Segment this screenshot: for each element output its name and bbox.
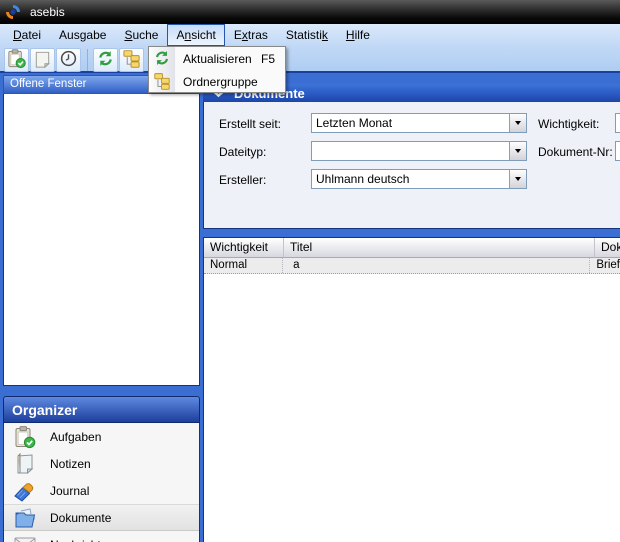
- table-header-row: Wichtigkeit Titel Doku: [204, 238, 620, 258]
- documents-icon: [12, 506, 38, 530]
- organizer-item-notizen[interactable]: Notizen: [4, 450, 199, 477]
- asebis-logo-icon: [5, 4, 21, 20]
- menu-statistik[interactable]: Statistik: [277, 24, 337, 46]
- refresh-icon: [96, 49, 115, 71]
- new-task-button[interactable]: [4, 48, 29, 72]
- titlebar[interactable]: asebis: [0, 0, 620, 24]
- dokument-nr-label: Dokument-Nr:: [538, 145, 613, 159]
- organizer-item-label: Notizen: [50, 457, 91, 471]
- notes-icon: [12, 452, 38, 476]
- menu-suche[interactable]: Suche: [115, 24, 167, 46]
- wichtigkeit-field[interactable]: [615, 113, 620, 133]
- menuitem-aktualisieren[interactable]: Aktualisieren F5: [149, 47, 285, 70]
- arrow-down-icon: [515, 121, 521, 125]
- dateityp-combobox[interactable]: [311, 141, 527, 161]
- open-windows-panel: Offene Fenster: [3, 75, 200, 386]
- arrow-down-icon: [515, 177, 521, 181]
- menubar: Datei Ausgabe Suche Ansicht Extras Stati…: [0, 24, 620, 46]
- organizer-item-label: Nachrichten: [50, 538, 114, 542]
- notepad-icon: [32, 48, 53, 72]
- folder-group-icon: [122, 49, 141, 71]
- ersteller-combobox[interactable]: Uhlmann deutsch: [311, 169, 527, 189]
- column-header-dokumenttyp[interactable]: Doku: [595, 238, 620, 258]
- menuitem-ordnergruppe[interactable]: Ordnergruppe: [149, 70, 285, 93]
- erstellt-seit-label: Erstellt seit:: [219, 117, 281, 131]
- table-row[interactable]: Normal a Brief: [204, 258, 620, 274]
- dateityp-label: Dateityp:: [219, 145, 266, 159]
- organizer-item-journal[interactable]: Journal: [4, 477, 199, 504]
- application-window: asebis Datei Ausgabe Suche Ansicht Extra…: [0, 0, 620, 542]
- ansicht-dropdown-menu: Aktualisieren F5 Ordnergruppe: [148, 46, 286, 93]
- menu-ausgabe[interactable]: Ausgabe: [50, 24, 115, 46]
- new-note-button[interactable]: [30, 48, 55, 72]
- tasks-icon: [12, 425, 38, 449]
- documents-table: Wichtigkeit Titel Doku Normal a Brief: [203, 237, 620, 542]
- menu-ansicht[interactable]: Ansicht: [167, 24, 224, 46]
- refresh-icon: [153, 49, 171, 67]
- toolbar: [4, 47, 145, 72]
- combo-dropdown-button[interactable]: [509, 142, 526, 160]
- ersteller-label: Ersteller:: [219, 173, 266, 187]
- mail-icon: [12, 533, 38, 542]
- dokument-nr-field[interactable]: [615, 141, 620, 161]
- toolbar-separator: [87, 49, 88, 71]
- menu-datei[interactable]: Datei: [4, 24, 50, 46]
- column-header-wichtigkeit[interactable]: Wichtigkeit: [204, 238, 284, 258]
- folder-group-button[interactable]: [119, 48, 144, 72]
- shortcut-label: F5: [261, 52, 275, 66]
- document-filter-form: Erstellt seit: Letzten Monat Dateityp: E…: [203, 102, 620, 229]
- window-title: asebis: [30, 5, 65, 19]
- wichtigkeit-label: Wichtigkeit:: [538, 117, 599, 131]
- organizer-item-label: Dokumente: [50, 511, 111, 525]
- column-header-titel[interactable]: Titel: [284, 238, 595, 258]
- combo-dropdown-button[interactable]: [509, 170, 526, 188]
- menu-hilfe[interactable]: Hilfe: [337, 24, 379, 46]
- history-button[interactable]: [56, 48, 81, 72]
- organizer-item-label: Journal: [50, 484, 89, 498]
- organizer-item-dokumente[interactable]: Dokumente: [4, 504, 199, 531]
- arrow-down-icon: [515, 149, 521, 153]
- organizer-header: Organizer: [3, 396, 200, 423]
- erstellt-seit-combobox[interactable]: Letzten Monat: [311, 113, 527, 133]
- clipboard-check-icon: [6, 48, 27, 72]
- clock-icon: [58, 48, 79, 72]
- menu-extras[interactable]: Extras: [225, 24, 277, 46]
- open-windows-list[interactable]: [3, 94, 200, 386]
- organizer-item-label: Aufgaben: [50, 430, 101, 444]
- organizer-item-aufgaben[interactable]: Aufgaben: [4, 423, 199, 450]
- journal-icon: [12, 479, 38, 503]
- organizer-item-nachrichten[interactable]: Nachrichten: [4, 531, 199, 542]
- organizer-panel: Organizer Aufgaben: [3, 396, 200, 542]
- folder-group-icon: [153, 72, 171, 90]
- combo-dropdown-button[interactable]: [509, 114, 526, 132]
- refresh-button[interactable]: [93, 48, 118, 72]
- organizer-list: Aufgaben Notizen: [3, 423, 200, 542]
